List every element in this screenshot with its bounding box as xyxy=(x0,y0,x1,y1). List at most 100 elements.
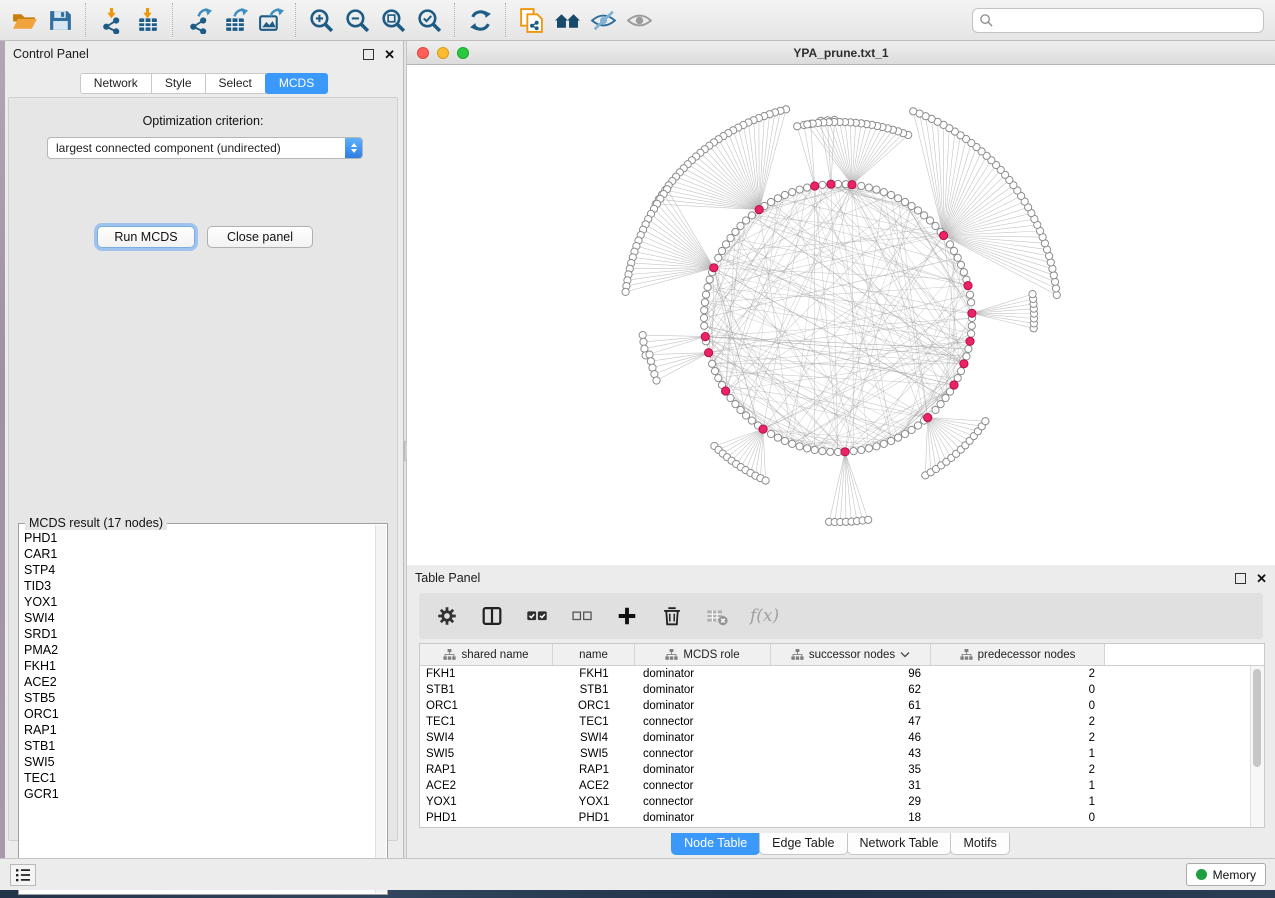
network-node[interactable] xyxy=(873,186,880,193)
result-node-item[interactable]: RAP1 xyxy=(24,722,376,738)
network-node[interactable] xyxy=(946,241,953,248)
mcds-hub-node[interactable] xyxy=(827,180,835,188)
result-node-item[interactable]: STP4 xyxy=(24,562,376,578)
network-node[interactable] xyxy=(858,182,865,189)
network-node[interactable] xyxy=(767,430,774,437)
select-all-button[interactable] xyxy=(525,601,549,631)
leaf-node[interactable] xyxy=(1029,291,1036,298)
search-box[interactable] xyxy=(972,8,1264,33)
network-node[interactable] xyxy=(888,191,895,198)
network-node[interactable] xyxy=(711,368,718,375)
result-node-item[interactable]: ACE2 xyxy=(24,674,376,690)
mcds-hub-node[interactable] xyxy=(960,360,968,368)
network-node[interactable] xyxy=(921,212,928,219)
hide-selected-button[interactable] xyxy=(585,3,621,37)
network-node[interactable] xyxy=(968,322,975,329)
column-header-successor-nodes[interactable]: successor nodes xyxy=(771,644,931,665)
tab-select[interactable]: Select xyxy=(205,73,266,94)
table-row[interactable]: YOX1YOX1connector291 xyxy=(420,794,1264,810)
result-node-item[interactable]: YOX1 xyxy=(24,594,376,610)
network-node[interactable] xyxy=(706,276,713,283)
network-node[interactable] xyxy=(954,254,961,261)
network-node[interactable] xyxy=(781,191,788,198)
table-scrollbar[interactable] xyxy=(1250,666,1264,827)
network-node[interactable] xyxy=(963,353,970,360)
network-node[interactable] xyxy=(880,189,887,196)
mcds-hub-node[interactable] xyxy=(841,448,849,456)
result-node-item[interactable]: PMA2 xyxy=(24,642,376,658)
mcds-hub-node[interactable] xyxy=(968,309,976,317)
tab-edge-table[interactable]: Edge Table xyxy=(759,833,847,855)
network-node[interactable] xyxy=(727,394,734,401)
mcds-hub-node[interactable] xyxy=(759,425,767,433)
import-table-button[interactable] xyxy=(129,3,165,37)
leaf-node[interactable] xyxy=(622,288,629,295)
mcds-hub-node[interactable] xyxy=(755,206,763,214)
network-node[interactable] xyxy=(727,234,734,241)
leaf-node[interactable] xyxy=(639,332,646,339)
network-node[interactable] xyxy=(722,241,729,248)
zoom-out-button[interactable] xyxy=(339,3,375,37)
result-node-item[interactable]: CAR1 xyxy=(24,546,376,562)
criterion-dropdown[interactable]: largest connected component (undirected) xyxy=(47,137,363,159)
network-node[interactable] xyxy=(895,195,902,202)
export-image-button[interactable] xyxy=(252,3,288,37)
network-node[interactable] xyxy=(914,207,921,214)
leaf-node[interactable] xyxy=(653,377,660,384)
network-node[interactable] xyxy=(737,222,744,229)
node-table[interactable]: shared namenameMCDS rolesuccessor nodesp… xyxy=(419,643,1265,828)
leaf-node[interactable] xyxy=(640,338,647,345)
network-node[interactable] xyxy=(895,434,902,441)
network-node[interactable] xyxy=(926,217,933,224)
network-node[interactable] xyxy=(950,247,957,254)
network-node[interactable] xyxy=(804,445,811,452)
result-node-item[interactable]: STB1 xyxy=(24,738,376,754)
network-node[interactable] xyxy=(789,189,796,196)
open-folder-button[interactable] xyxy=(6,3,42,37)
network-node[interactable] xyxy=(701,299,708,306)
network-node[interactable] xyxy=(789,440,796,447)
network-node[interactable] xyxy=(901,198,908,205)
show-all-button[interactable] xyxy=(621,3,657,37)
network-node[interactable] xyxy=(701,322,708,329)
result-node-item[interactable]: ORC1 xyxy=(24,706,376,722)
result-node-item[interactable]: TID3 xyxy=(24,578,376,594)
leaf-node[interactable] xyxy=(1051,278,1058,285)
network-node[interactable] xyxy=(960,269,967,276)
table-row[interactable]: RAP1RAP1dominator352 xyxy=(420,762,1264,778)
import-network-button[interactable] xyxy=(93,3,129,37)
network-window-titlebar[interactable]: YPA_prune.txt_1 xyxy=(407,41,1275,65)
float-panel-icon[interactable] xyxy=(1235,573,1246,584)
export-network-button[interactable] xyxy=(180,3,216,37)
export-table-button[interactable] xyxy=(216,3,252,37)
result-node-item[interactable]: STB5 xyxy=(24,690,376,706)
leaf-node[interactable] xyxy=(794,123,801,130)
run-mcds-button[interactable]: Run MCDS xyxy=(97,226,195,248)
network-node[interactable] xyxy=(748,417,755,424)
network-node[interactable] xyxy=(932,406,939,413)
network-node[interactable] xyxy=(932,222,939,229)
result-node-item[interactable]: SWI5 xyxy=(24,754,376,770)
columns-button[interactable] xyxy=(480,601,504,631)
mcds-hub-node[interactable] xyxy=(940,231,948,239)
mcds-result-list[interactable]: PHD1CAR1STP4TID3YOX1SWI4SRD1PMA2FKH1ACE2… xyxy=(19,526,376,893)
network-node[interactable] xyxy=(701,307,708,314)
network-node[interactable] xyxy=(819,181,826,188)
first-neighbors-button[interactable] xyxy=(549,3,585,37)
network-node[interactable] xyxy=(908,202,915,209)
column-header-MCDS-role[interactable]: MCDS role xyxy=(635,644,771,665)
network-node[interactable] xyxy=(901,430,908,437)
mcds-hub-node[interactable] xyxy=(966,337,974,345)
zoom-selected-button[interactable] xyxy=(411,3,447,37)
add-button[interactable] xyxy=(615,601,639,631)
table-row[interactable]: ACE2ACE2connector311 xyxy=(420,778,1264,794)
column-header-shared-name[interactable]: shared name xyxy=(420,644,553,665)
mcds-hub-node[interactable] xyxy=(811,182,819,190)
mcds-hub-node[interactable] xyxy=(848,181,856,189)
gear-button[interactable] xyxy=(435,601,459,631)
network-node[interactable] xyxy=(774,195,781,202)
network-node[interactable] xyxy=(804,184,811,191)
network-node[interactable] xyxy=(796,443,803,450)
table-scrollbar-thumb[interactable] xyxy=(1253,669,1261,767)
tab-motifs[interactable]: Motifs xyxy=(950,833,1009,855)
